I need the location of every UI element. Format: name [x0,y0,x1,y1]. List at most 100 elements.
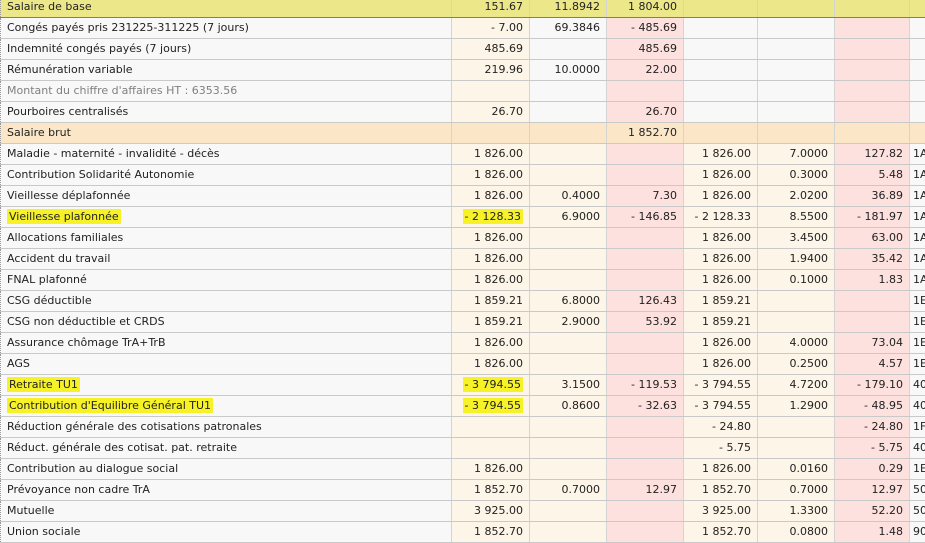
employer-amount-cell[interactable]: 52.20 [835,501,910,521]
employer-rate-cell[interactable]: 1.2900 [758,396,835,416]
table-row[interactable]: Prévoyance non cadre TrA 1 852.70 0.7000 12… [0,480,925,501]
base-quantity-cell[interactable]: 1 826.00 [452,144,530,164]
code-cell[interactable]: 1E [910,291,925,311]
table-row[interactable]: Rémunération variable 219.96 10.0000 22.00 [0,60,925,81]
employee-rate-cell[interactable]: 0.7000 [530,480,607,500]
employee-rate-cell[interactable] [530,81,607,101]
employer-base-cell[interactable]: 1 826.00 [684,354,758,374]
employer-amount-cell[interactable]: 127.82 [835,144,910,164]
code-cell[interactable] [910,39,925,59]
row-label-cell[interactable]: Montant du chiffre d'affaires HT : 6353.… [0,81,452,101]
table-row[interactable]: AGS 1 826.00 1 826.00 0.2500 4.57 1E [0,354,925,375]
employer-rate-cell[interactable] [758,18,835,38]
base-quantity-cell[interactable]: 1 852.70 [452,522,530,542]
table-row[interactable]: Retraite TU1 - 3 794.55 3.1500 - 119.53 - 3 … [0,375,925,396]
row-label-cell[interactable]: Maladie - maternité - invalidité - décès [0,144,452,164]
employer-base-cell[interactable]: 1 826.00 [684,144,758,164]
employer-amount-cell[interactable] [835,18,910,38]
row-label-cell[interactable]: FNAL plafonné [0,270,452,290]
base-quantity-cell[interactable]: 485.69 [452,39,530,59]
employee-rate-cell[interactable] [530,228,607,248]
employee-amount-cell[interactable] [607,270,684,290]
employee-rate-cell[interactable]: 2.9000 [530,312,607,332]
row-label-cell[interactable]: Vieillesse déplafonnée [0,186,452,206]
employee-amount-cell[interactable] [607,354,684,374]
employer-rate-cell[interactable] [758,291,835,311]
employer-amount-cell[interactable] [835,291,910,311]
code-cell[interactable] [910,123,925,143]
table-row[interactable]: Salaire de base 151.67 11.8942 1 804.00 [0,0,925,18]
employer-rate-cell[interactable]: 4.0000 [758,333,835,353]
base-quantity-cell[interactable]: 1 826.00 [452,270,530,290]
employee-amount-cell[interactable] [607,144,684,164]
employer-rate-cell[interactable] [758,417,835,437]
employer-rate-cell[interactable]: 1.3300 [758,501,835,521]
employee-rate-cell[interactable] [530,522,607,542]
employer-amount-cell[interactable] [835,102,910,122]
base-quantity-cell[interactable]: 1 826.00 [452,186,530,206]
employee-rate-cell[interactable]: 3.1500 [530,375,607,395]
employer-base-cell[interactable]: 1 859.21 [684,291,758,311]
employee-rate-cell[interactable] [530,102,607,122]
employee-amount-cell[interactable]: 126.43 [607,291,684,311]
table-row[interactable]: Allocations familiales 1 826.00 1 826.00 3.… [0,228,925,249]
row-label-cell[interactable]: Réduct. générale des cotisat. pat. retra… [0,438,452,458]
employer-rate-cell[interactable] [758,123,835,143]
employee-amount-cell[interactable] [607,459,684,479]
employer-amount-cell[interactable] [835,60,910,80]
employee-rate-cell[interactable] [530,354,607,374]
employee-rate-cell[interactable] [530,438,607,458]
base-quantity-cell[interactable]: 26.70 [452,102,530,122]
employer-amount-cell[interactable]: - 48.95 [835,396,910,416]
row-label-cell[interactable]: Salaire brut [0,123,452,143]
employer-base-cell[interactable]: - 3 794.55 [684,396,758,416]
employer-rate-cell[interactable]: 8.5500 [758,207,835,227]
employer-base-cell[interactable]: 1 826.00 [684,228,758,248]
employer-base-cell[interactable]: 1 826.00 [684,165,758,185]
code-cell[interactable] [910,102,925,122]
employer-amount-cell[interactable]: 4.57 [835,354,910,374]
employer-base-cell[interactable]: 1 826.00 [684,333,758,353]
employer-amount-cell[interactable] [835,312,910,332]
employer-amount-cell[interactable]: 1.83 [835,270,910,290]
base-quantity-cell[interactable]: 219.96 [452,60,530,80]
employee-amount-cell[interactable] [607,165,684,185]
code-cell[interactable]: 1A [910,270,925,290]
employer-rate-cell[interactable] [758,0,835,17]
row-label-cell[interactable]: Réduction générale des cotisations patro… [0,417,452,437]
row-label-cell[interactable]: Contribution au dialogue social [0,459,452,479]
employee-amount-cell[interactable] [607,228,684,248]
employee-amount-cell[interactable] [607,438,684,458]
code-cell[interactable]: 1A [910,186,925,206]
employee-amount-cell[interactable] [607,417,684,437]
employer-base-cell[interactable]: 1 852.70 [684,522,758,542]
employer-base-cell[interactable]: - 5.75 [684,438,758,458]
employee-rate-cell[interactable]: 6.9000 [530,207,607,227]
employee-amount-cell[interactable]: 1 804.00 [607,0,684,17]
employer-rate-cell[interactable]: 0.7000 [758,480,835,500]
base-quantity-cell[interactable]: 1 859.21 [452,312,530,332]
code-cell[interactable]: 40 [910,438,925,458]
code-cell[interactable] [910,18,925,38]
employer-amount-cell[interactable]: 1.48 [835,522,910,542]
employee-amount-cell[interactable]: - 119.53 [607,375,684,395]
employer-amount-cell[interactable]: 36.89 [835,186,910,206]
table-row[interactable]: Congés payés pris 231225-311225 (7 jours… [0,18,925,39]
base-quantity-cell[interactable]: 1 826.00 [452,165,530,185]
row-label-cell[interactable]: Assurance chômage TrA+TrB [0,333,452,353]
base-quantity-cell[interactable]: 3 925.00 [452,501,530,521]
row-label-cell[interactable]: Salaire de base [0,0,452,17]
table-row[interactable]: CSG déductible 1 859.21 6.8000 126.43 1 859.… [0,291,925,312]
employer-rate-cell[interactable]: 2.0200 [758,186,835,206]
base-quantity-cell[interactable] [452,417,530,437]
row-label-cell[interactable]: Contribution d'Equilibre Général TU1 [0,396,452,416]
base-quantity-cell[interactable]: 151.67 [452,0,530,17]
row-label-cell[interactable]: AGS [0,354,452,374]
code-cell[interactable]: 50 [910,501,925,521]
employee-amount-cell[interactable]: 485.69 [607,39,684,59]
employee-rate-cell[interactable] [530,333,607,353]
employee-rate-cell[interactable]: 0.4000 [530,186,607,206]
employer-amount-cell[interactable]: - 179.10 [835,375,910,395]
base-quantity-cell[interactable]: 1 826.00 [452,354,530,374]
employee-amount-cell[interactable] [607,501,684,521]
